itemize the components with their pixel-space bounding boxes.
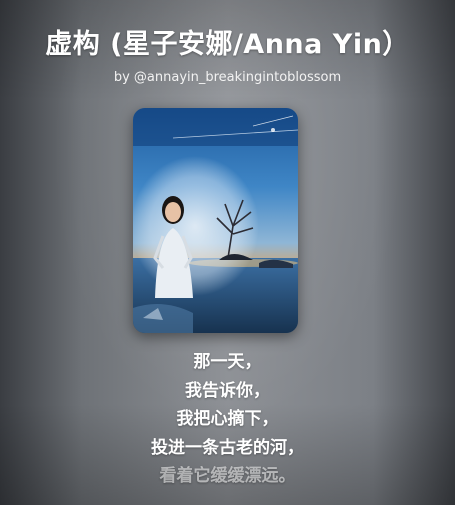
lyrics-panel: 那一天， 我告诉你， 我把心摘下， 投进一条古老的河， 看着它缓缓漂远。 [0,348,455,491]
lyric-line: 我把心摘下， [176,409,279,429]
album-cover-image [133,108,298,333]
song-title: 虚构 (星子安娜/Anna Yin） [45,29,410,60]
album-cover[interactable] [133,108,298,333]
lyric-line: 看着它缓缓漂远。 [159,466,296,486]
lyric-line: 那一天， [193,352,262,372]
lyric-line: 投进一条古老的河， [151,437,304,458]
author-byline[interactable]: by @annayin_breakingintoblossom [0,70,455,85]
lyric-line: 我告诉你， [185,380,270,401]
